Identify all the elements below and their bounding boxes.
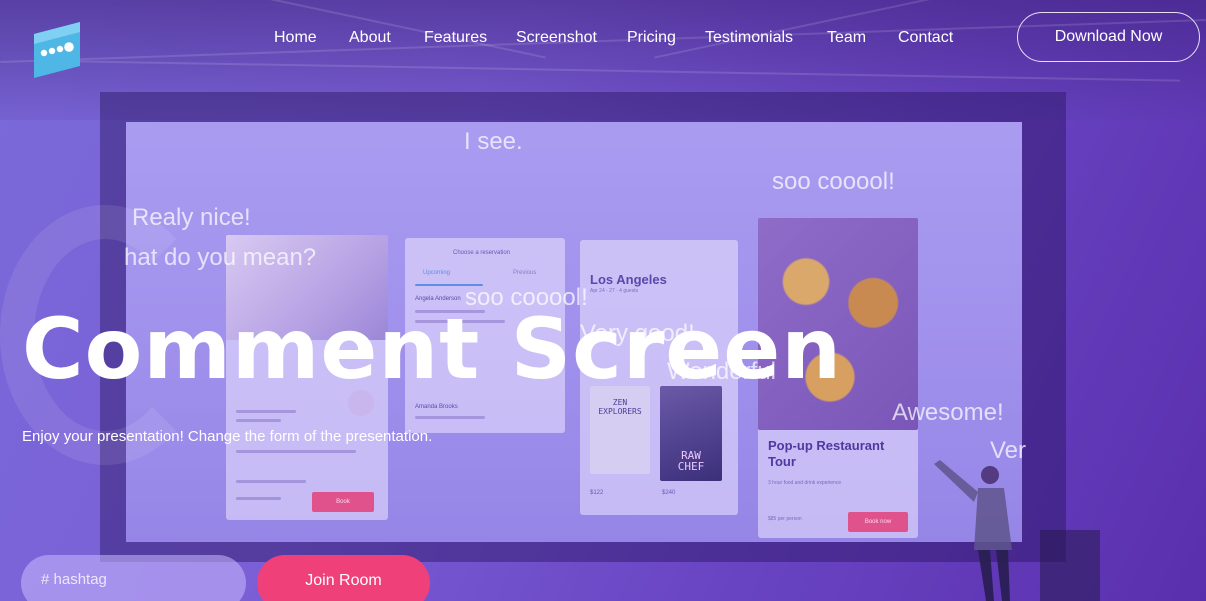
presenter-figure — [934, 460, 1012, 601]
nav-contact[interactable]: Contact — [898, 29, 953, 47]
card-tab-upcoming: Upcoming — [423, 270, 451, 276]
download-now-button[interactable]: Download Now — [1017, 12, 1200, 62]
card-city-sub: Apr 24 - 27 · 4 guests — [590, 288, 639, 294]
book-price-2: $240 — [662, 490, 676, 496]
card-tab-previous: Previous — [513, 270, 537, 276]
floating-comment: Awesome! — [892, 399, 1004, 426]
floating-comment: Realy nice! — [132, 204, 251, 231]
nav-team[interactable]: Team — [827, 29, 866, 47]
card-line — [415, 416, 485, 419]
hashtag-input[interactable] — [21, 555, 246, 601]
card-book-now-button: Book now — [848, 512, 908, 532]
card-line — [236, 419, 281, 422]
card-restaurant-title: Pop-up Restaurant Tour — [768, 438, 885, 469]
nav-pricing[interactable]: Pricing — [627, 29, 676, 47]
floating-comment: I see. — [464, 128, 523, 155]
nav-features[interactable]: Features — [424, 29, 487, 47]
book-price-1: $122 — [590, 490, 604, 496]
card-reservation-header: Choose a reservation — [453, 250, 511, 256]
book-title-raw-chef: RAW CHEF — [677, 449, 705, 473]
podium — [1040, 530, 1100, 601]
card-book-button: Book — [312, 492, 374, 512]
card-line — [236, 480, 306, 483]
card-line — [236, 450, 356, 453]
nav-home[interactable]: Home — [274, 29, 317, 47]
book-title-zen: ZEN EXPLORERS — [598, 398, 642, 416]
hero-subtitle: Enjoy your presentation! Change the form… — [22, 428, 433, 445]
card-city-title: Los Angeles — [590, 272, 667, 287]
hero-section: Book Choose a reservation Upcoming Previ… — [0, 0, 1206, 601]
nav-about[interactable]: About — [349, 29, 391, 47]
card-line — [236, 497, 281, 500]
floating-comment: hat do you mean? — [124, 244, 317, 271]
floating-comment: soo cooool! — [772, 168, 895, 195]
card-line — [236, 410, 296, 413]
hero-title: Comment Screen — [22, 300, 843, 398]
card-restaurant-sub: 3 hour food and drink experience — [768, 480, 842, 486]
card-person-2: Amanda Brooks — [415, 404, 458, 410]
speech-bubble-dots-icon[interactable] — [30, 20, 86, 82]
join-room-button[interactable]: Join Room — [257, 555, 430, 601]
card-restaurant-price: $85 per person — [768, 516, 802, 522]
nav-screenshot[interactable]: Screenshot — [516, 29, 597, 47]
nav-testimonials[interactable]: Testimonials — [705, 29, 793, 47]
